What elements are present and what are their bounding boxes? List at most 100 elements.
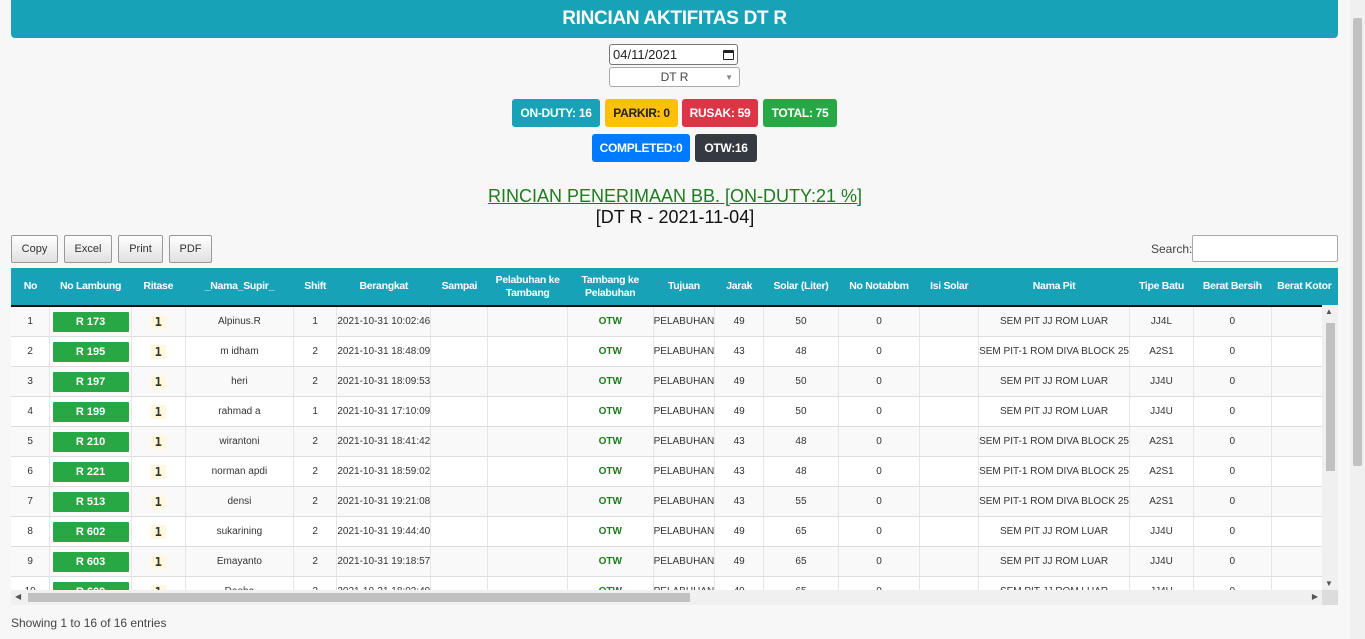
scroll-down-icon[interactable]: ▼ [1325,579,1333,588]
table-cell: R 221 [49,456,132,487]
column-header[interactable]: Berat Bersih [1193,268,1272,306]
table-cell [487,546,568,577]
column-header[interactable]: Berangkat [336,268,431,306]
column-header[interactable]: No [11,268,50,306]
no-lambung-button[interactable]: R 173 [52,311,129,332]
column-header[interactable]: Tambang ke Pelabuhan [567,268,654,306]
table-row[interactable]: 6R 221 1 norman apdi 2 2021-10-31 18:59:02 OT… [11,456,1338,487]
search-label: Search: [1151,242,1193,256]
column-header[interactable]: No Notabbm [838,268,920,306]
no-lambung-button[interactable]: R 199 [52,401,129,422]
table-cell: OTW [567,306,654,337]
scroll-left-icon[interactable]: ◀ [15,592,21,601]
table-row[interactable]: 8R 602 1 sukarining 2 2021-10-31 19:44:40 OTW… [11,516,1338,547]
table-cell: densi [185,486,295,517]
column-header[interactable]: Jarak [714,268,764,306]
column-header[interactable]: Nama Pit [978,268,1130,306]
table-cell: 9 [11,546,51,577]
table-cell: 50 [763,366,839,397]
table-cell [430,576,489,590]
table-row[interactable]: 4R 199 1 rahmad a 1 2021-10-31 17:10:09 OTW PE… [11,396,1338,427]
table-row[interactable]: 1R 173 1 Alpinus.R 1 2021-10-31 10:02:46 OTW P… [11,306,1338,337]
table-cell: R 609 [49,576,132,590]
print-button[interactable]: Print [118,235,163,263]
table-cell: Daeha [185,576,295,590]
table-row[interactable]: 2R 195 1 m idham 2 2021-10-31 18:48:09 OTW PEL… [11,336,1338,367]
badge-completed[interactable]: COMPLETED:0 [592,134,690,162]
table-cell: SEM PIT JJ ROM LUAR [978,306,1130,337]
column-header[interactable]: Shift [293,268,337,306]
section-title[interactable]: RINCIAN PENERIMAAN BB. [ON-DUTY:21 %] [0,186,1350,207]
table-cell: 0 [1193,546,1272,577]
table-cell: 55 [763,486,839,517]
column-header[interactable]: _Nama_Supir_ [185,268,294,306]
column-header[interactable]: Isi Solar [919,268,979,306]
no-lambung-button[interactable]: R 513 [52,491,129,512]
page-scrollbar[interactable] [1350,0,1365,639]
table-cell: 48 [763,456,839,487]
column-header[interactable]: Berat Kotor [1271,268,1338,306]
scroll-up-icon[interactable]: ▲ [1325,307,1333,316]
table-row[interactable]: 5R 210 1 wirantoni 2 2021-10-31 18:41:42 OTW P… [11,426,1338,457]
table-vertical-scrollbar-thumb[interactable] [1326,323,1335,471]
no-lambung-button[interactable]: R 210 [52,431,129,452]
no-lambung-button[interactable]: R 221 [52,461,129,482]
excel-button[interactable]: Excel [64,235,112,263]
table-cell: 43 [714,426,765,457]
badge-parkir[interactable]: PARKIR: 0 [605,99,678,127]
column-header[interactable]: Solar (Liter) [763,268,839,306]
table-cell: 0 [1193,396,1272,427]
table-vertical-scrollbar[interactable]: ▲ ▼ [1322,305,1338,590]
ritase-value: 1 [150,464,166,479]
no-lambung-button[interactable]: R 602 [52,521,129,542]
badge-total[interactable]: TOTAL: 75 [763,99,837,127]
table-cell [430,396,489,427]
table-row[interactable]: 7R 513 1 densi 2 2021-10-31 19:21:08 OTW PELAB… [11,486,1338,517]
table-cell [919,426,980,457]
badge-on-duty[interactable]: ON-DUTY: 16 [512,99,600,127]
scroll-right-icon[interactable]: ▶ [1312,592,1318,601]
badge-rusak[interactable]: RUSAK: 59 [682,99,758,127]
no-lambung-button[interactable]: R 603 [52,551,129,572]
no-lambung-button[interactable]: R 197 [52,371,129,392]
table-cell: OTW [567,336,654,367]
table-cell: 43 [714,486,765,517]
table-cell: SEM PIT JJ ROM LUAR [978,396,1130,427]
table-cell: 1 [11,306,51,337]
table-cell: rahmad a [185,396,295,427]
table-cell: 10 [11,576,51,590]
table-cell: 0 [838,486,921,517]
date-input[interactable]: 04/11/2021 [609,44,738,65]
table-cell [487,306,568,337]
table-horizontal-scrollbar[interactable]: ◀ ▶ [11,590,1322,605]
ritase-value: 1 [150,434,166,449]
pdf-button[interactable]: PDF [169,235,212,263]
table-cell: 1 [131,576,186,590]
unit-select[interactable]: DT R ▼ [609,67,740,87]
no-lambung-button[interactable]: R 195 [52,341,129,362]
page-scrollbar-thumb[interactable] [1353,18,1362,466]
badge-completed-label: COMPLETED:0 [599,141,683,155]
column-header[interactable]: Tujuan [653,268,715,306]
search-input[interactable] [1192,235,1338,262]
copy-button[interactable]: Copy [11,235,58,263]
table-row[interactable]: 10R 6091Daeha22021-10-31 18:03:49 OTWPELA… [11,576,1338,590]
column-header[interactable]: Ritase [131,268,186,306]
table-cell: 49 [714,546,765,577]
table-cell: JJ4U [1129,366,1195,397]
table-cell: OTW [567,576,654,590]
table-horizontal-scrollbar-thumb[interactable] [28,593,690,602]
column-header[interactable]: Pelabuhan ke Tambang [487,268,568,306]
column-header[interactable]: Sampai [430,268,488,306]
table-row[interactable]: 9R 603 1 Emayanto 2 2021-10-31 19:18:57 OTW PE… [11,546,1338,577]
table-cell: 2 [293,336,338,367]
ritase-value: 1 [150,374,166,389]
table-row[interactable]: 3R 197 1 heri 2 2021-10-31 18:09:53 OTW PELABU… [11,366,1338,397]
badge-otw[interactable]: OTW:16 [695,134,757,162]
table-cell: 7 [11,486,51,517]
calendar-icon[interactable] [723,49,734,60]
no-lambung-button[interactable]: R 609 [52,581,129,590]
column-header[interactable]: No Lambung [49,268,132,306]
column-header[interactable]: Tipe Batu [1129,268,1194,306]
table-cell: A2S1 [1129,426,1195,457]
